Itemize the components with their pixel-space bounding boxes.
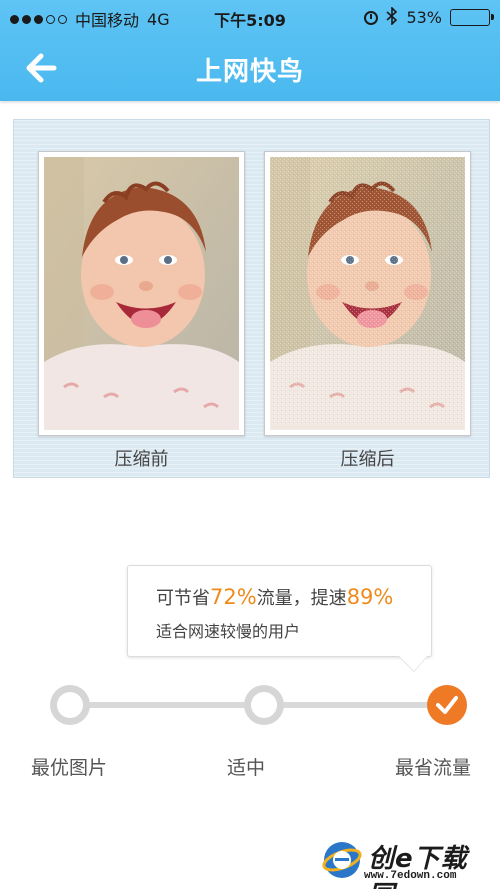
app-screen: 中国移动 4G 下午5:09 53% 上网快鸟 压缩前 压缩后 可节省72%流量… [0, 0, 500, 889]
label-before: 压缩前 [114, 449, 169, 470]
photo-after [264, 151, 471, 436]
header: 中国移动 4G 下午5:09 53% 上网快鸟 [0, 0, 500, 101]
baby-photo-compressed [270, 157, 465, 430]
savings-hint: 适合网速较慢的用户 [156, 622, 301, 641]
savings-middle: 流量，提速 [256, 588, 347, 609]
battery-percent: 53% [406, 8, 442, 27]
status-right: 53% [364, 6, 494, 28]
savings-tooltip: 可节省72%流量，提速89% 适合网速较慢的用户 [127, 565, 432, 657]
nav-bar: 上网快鸟 [0, 34, 500, 101]
page-title: 上网快鸟 [195, 57, 304, 87]
label-after: 压缩后 [340, 449, 395, 470]
slider-label-best-image[interactable]: 最优图片 [31, 753, 107, 780]
photo-before [38, 151, 245, 436]
battery-icon [450, 9, 494, 26]
watermark: 创e下载园 www.7edown.com [322, 838, 494, 889]
traffic-savings-value: 72% [210, 585, 257, 609]
slider-knob-inner [251, 692, 277, 718]
checkmark-icon [436, 696, 458, 714]
slider-option-medium[interactable] [244, 685, 284, 725]
savings-prefix: 可节省 [156, 588, 210, 609]
speed-boost-value: 89% [346, 585, 394, 609]
tooltip-tail [398, 655, 428, 671]
slider-label-save-traffic[interactable]: 最省流量 [395, 753, 471, 780]
slider-option-best-image[interactable] [50, 685, 90, 725]
slider-label-medium[interactable]: 适中 [227, 753, 265, 780]
compare-panel: 压缩前 压缩后 [13, 119, 490, 478]
watermark-url: www.7edown.com [364, 870, 457, 882]
status-bar: 中国移动 4G 下午5:09 53% [0, 0, 500, 34]
alarm-icon [364, 10, 379, 25]
bluetooth-icon [386, 6, 398, 28]
baby-photo-original [44, 157, 239, 430]
e-logo-icon [322, 842, 362, 878]
savings-summary: 可节省72%流量，提速89% [156, 584, 393, 610]
slider-option-save-traffic[interactable] [427, 685, 467, 725]
slider-knob-inner [57, 692, 83, 718]
